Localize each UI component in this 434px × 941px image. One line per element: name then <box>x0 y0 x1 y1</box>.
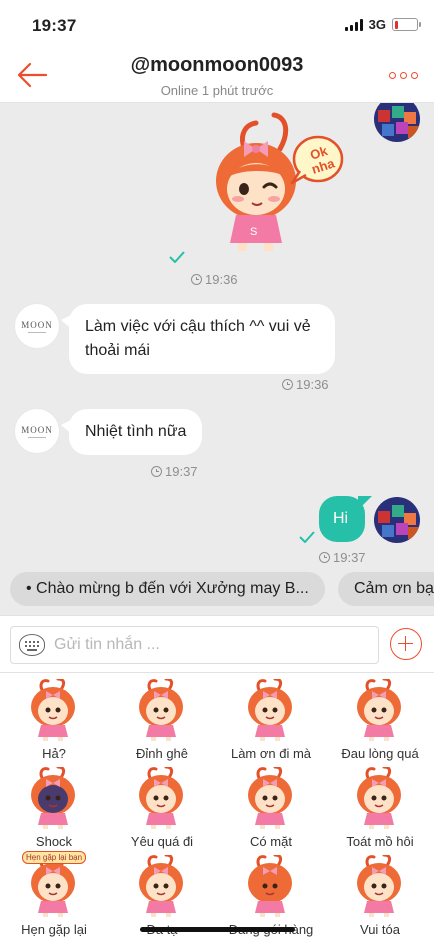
sticker-character-icon <box>31 855 75 917</box>
chat-header: @moonmoon0093 Online 1 phút trước <box>0 50 434 103</box>
timestamp: 19:37 <box>151 464 198 479</box>
message-bubble-incoming[interactable]: Nhiệt tình nữa <box>61 409 203 455</box>
clock-icon <box>191 274 202 285</box>
home-indicator <box>140 927 295 932</box>
sticker-character-icon <box>248 855 292 917</box>
sticker-character-icon <box>139 855 183 917</box>
message-input[interactable]: Gửi tin nhắn ... <box>10 626 379 664</box>
quick-reply-chip[interactable]: • Chào mừng b đến với Xưởng may B... <box>10 572 325 606</box>
sticker-character-icon <box>139 767 183 829</box>
sticker-item[interactable]: Làm ơn đi mà <box>217 677 325 765</box>
sticker-label: Làm ơn đi mà <box>230 746 312 761</box>
battery-icon <box>392 18 421 31</box>
sticker-item[interactable]: Toát mồ hôi <box>326 765 434 853</box>
sticker-label: Shock <box>35 834 73 849</box>
sticker-character-icon <box>357 767 401 829</box>
clock-icon <box>319 552 330 563</box>
my-avatar[interactable] <box>374 497 420 543</box>
network-type: 3G <box>368 17 386 32</box>
signal-icon <box>344 18 363 31</box>
sticker-panel: Hả? Đỉnh ghê Làm ơn đi mà Đau lòng quá Shock… <box>0 673 434 941</box>
message-placeholder: Gửi tin nhắn ... <box>54 636 160 653</box>
shop-avatar[interactable]: MOON <box>14 303 60 349</box>
sticker-label: Có mặt <box>250 834 292 849</box>
sticker-item[interactable]: Hẹn gặp lại Hẹn gặp lại bạn <box>0 851 108 941</box>
sticker-character-icon <box>31 679 75 741</box>
sticker-item[interactable]: Vui tóa <box>326 853 434 941</box>
sticker-ok-nha[interactable]: S <box>208 111 346 253</box>
sticker-label: Đỉnh ghê <box>135 746 189 761</box>
sticker-character-icon <box>357 679 401 741</box>
my-avatar[interactable] <box>374 103 420 142</box>
sticker-character-icon <box>248 679 292 741</box>
sticker-item[interactable]: Đau lòng quá <box>326 677 434 765</box>
quick-reply-chip[interactable]: Cảm ơn bạn <box>338 572 434 606</box>
sticker-item[interactable]: Đỉnh ghê <box>108 677 216 765</box>
sticker-caption: Hẹn gặp lại bạn <box>22 851 87 864</box>
sticker-character-icon <box>31 767 75 829</box>
sticker-item[interactable]: Hả? <box>0 677 108 765</box>
timestamp: 19:36 <box>282 377 329 392</box>
more-options-icon[interactable] <box>389 72 418 79</box>
svg-text:S: S <box>250 226 257 238</box>
chat-area[interactable]: S Ok nha 19:36 MOON Làm việc với cậu thí… <box>0 103 434 565</box>
online-status: Online 1 phút trước <box>160 83 274 98</box>
clock-icon <box>151 466 162 477</box>
keyboard-icon[interactable] <box>19 634 45 656</box>
sticker-character-icon <box>139 679 183 741</box>
quick-replies: • Chào mừng b đến với Xưởng may B... Cảm… <box>0 565 434 615</box>
add-attachment-icon[interactable] <box>390 628 422 660</box>
message-text: Làm việc với cậu thích ^^ vui vẻ thoải m… <box>85 318 311 359</box>
clock-icon <box>282 379 293 390</box>
sticker-item[interactable]: Yêu quá đi <box>108 765 216 853</box>
sticker-item[interactable]: Có mặt <box>217 765 325 853</box>
sticker-character-icon <box>248 767 292 829</box>
sticker-label: Vui tóa <box>360 922 400 937</box>
sticker-label: Đau lòng quá <box>341 746 419 761</box>
message-text: Hi <box>333 510 349 527</box>
timestamp: 19:36 <box>191 272 238 287</box>
sticker-label: Toát mồ hôi <box>346 834 414 849</box>
shop-avatar[interactable]: MOON <box>14 408 60 454</box>
message-text: Nhiệt tình nữa <box>85 423 187 440</box>
status-time: 19:37 <box>32 16 77 35</box>
status-indicators: 3G <box>344 17 421 32</box>
sticker-label: Hẹn gặp lại <box>21 922 87 937</box>
read-check-icon <box>169 251 185 263</box>
message-bubble-incoming[interactable]: Làm việc với cậu thích ^^ vui vẻ thoải m… <box>61 304 335 374</box>
timestamp: 19:37 <box>319 550 366 565</box>
chat-title: @moonmoon0093 <box>130 54 304 76</box>
sticker-label: Hả? <box>42 746 66 761</box>
read-check-icon <box>299 531 315 543</box>
message-input-bar: Gửi tin nhắn ... <box>0 615 434 673</box>
status-bar: 19:37 3G <box>0 0 434 50</box>
message-bubble-outgoing[interactable]: Hi <box>319 496 372 542</box>
sticker-label: Yêu quá đi <box>130 834 194 849</box>
sticker-item[interactable]: Shock <box>0 765 108 853</box>
sticker-character-icon <box>357 855 401 917</box>
